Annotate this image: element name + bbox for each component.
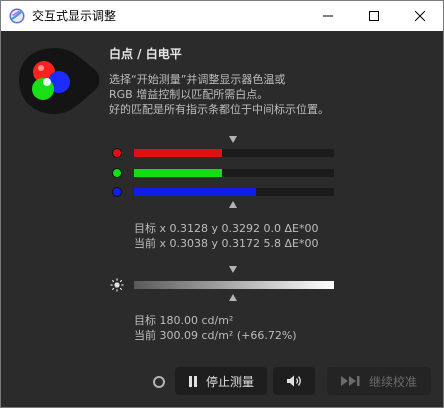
- dialog-window: 交互式显示调整 白点 / 白电平 选择“开始测量”并调整显示器色温或 RGB 增…: [0, 0, 444, 408]
- whitepoint-target: 目标 x 0.3128 y 0.3292 0.0 ΔE*00: [134, 222, 319, 235]
- instructions-line: 选择“开始测量”并调整显示器色温或: [109, 73, 286, 86]
- red-gain-bar: [134, 149, 334, 157]
- stop-measurement-button[interactable]: 停止测量: [175, 367, 267, 395]
- measurement-status-indicator: [153, 376, 165, 388]
- whitepoint-readout: 目标 x 0.3128 y 0.3292 0.0 ΔE*00 当前 x 0.30…: [134, 221, 318, 251]
- continue-calibration-button[interactable]: 继续校准: [327, 367, 431, 395]
- red-gain-fill: [134, 149, 222, 157]
- skip-forward-icon: [340, 376, 361, 386]
- maximize-button[interactable]: [351, 1, 397, 31]
- speaker-icon: [287, 375, 301, 387]
- rgb-whitepoint-logo: [19, 48, 100, 114]
- luminance-target: 目标 180.00 cd/m²: [134, 314, 234, 327]
- section-heading: 白点 / 白电平: [109, 47, 182, 61]
- instructions-text: 选择“开始测量”并调整显示器色温或 RGB 增益控制以匹配所需白点。 好的匹配是…: [109, 72, 329, 117]
- rgb-target-marker-top: [229, 136, 237, 143]
- window-title: 交互式显示调整: [32, 9, 117, 23]
- blue-gain-bar: [134, 188, 334, 196]
- close-icon: [415, 11, 425, 21]
- app-logo-icon: [9, 8, 25, 24]
- instructions-line: 好的匹配是所有指示条都位于中间标示位置。: [109, 103, 329, 116]
- luminance-target-marker-top: [229, 266, 237, 273]
- minimize-icon: [323, 15, 333, 17]
- green-channel-indicator: [112, 168, 122, 178]
- minimize-button[interactable]: [305, 1, 351, 31]
- green-gain-fill: [134, 169, 222, 177]
- close-button[interactable]: [397, 1, 443, 31]
- sound-toggle-button[interactable]: [273, 367, 315, 395]
- continue-calibration-label: 继续校准: [368, 374, 417, 389]
- blue-channel-indicator: [112, 187, 122, 197]
- pause-icon: [188, 375, 198, 387]
- luminance-current: 当前 300.09 cd/m² (+66.72%): [134, 329, 297, 342]
- title-bar[interactable]: 交互式显示调整: [1, 1, 443, 31]
- luminance-readout: 目标 180.00 cd/m² 当前 300.09 cd/m² (+66.72%…: [134, 313, 297, 343]
- red-channel-indicator: [112, 148, 122, 158]
- blue-gain-fill: [134, 188, 256, 196]
- green-gain-bar: [134, 169, 334, 177]
- stop-measurement-label: 停止测量: [205, 374, 254, 389]
- maximize-icon: [369, 11, 379, 21]
- rgb-target-marker-bottom: [229, 201, 237, 208]
- whitepoint-current: 当前 x 0.3038 y 0.3172 5.8 ΔE*00: [134, 237, 319, 250]
- instructions-line: RGB 增益控制以匹配所需白点。: [109, 88, 269, 101]
- brightness-icon: [110, 278, 124, 292]
- luminance-fill: [134, 281, 334, 289]
- luminance-target-marker-bottom: [229, 294, 237, 301]
- luminance-bar: [134, 281, 334, 289]
